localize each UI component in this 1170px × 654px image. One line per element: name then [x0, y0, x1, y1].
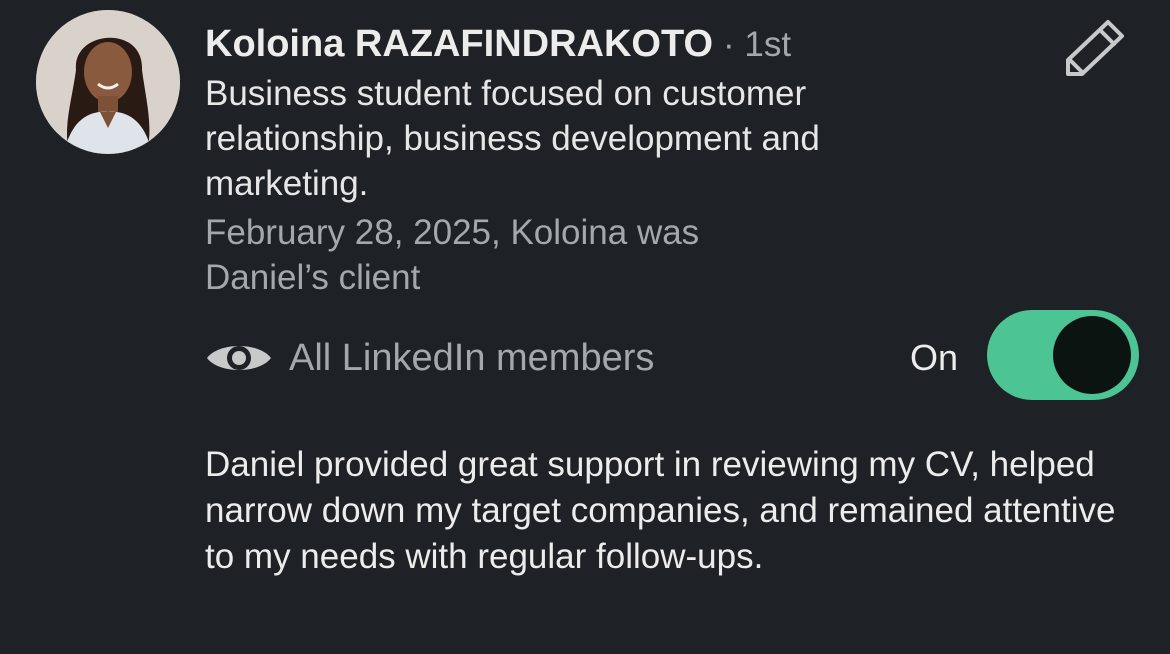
avatar-photo	[36, 10, 180, 154]
toggle-state-label: On	[910, 337, 959, 378]
author-name[interactable]: Koloina RAZAFINDRAKOTO	[205, 20, 713, 68]
connection-degree: · 1st	[723, 25, 792, 64]
toggle-knob	[1053, 316, 1131, 394]
relationship-text: February 28, 2025, Koloina was Daniel’s …	[205, 213, 700, 297]
recommendation-card: Koloina RAZAFINDRAKOTO · 1st Business st…	[0, 0, 1170, 654]
visibility-setting: All LinkedIn members	[205, 328, 654, 388]
edit-button[interactable]	[1062, 16, 1128, 78]
recommendation-text: Daniel provided great support in reviewi…	[205, 445, 1116, 576]
author-name-line: Koloina RAZAFINDRAKOTO · 1st	[205, 20, 965, 69]
visibility-label: All LinkedIn members	[289, 336, 655, 379]
author-headline: Business student focused on customer rel…	[205, 74, 820, 203]
pencil-icon	[1066, 20, 1124, 76]
visibility-toggle[interactable]	[987, 310, 1139, 400]
author-info: Koloina RAZAFINDRAKOTO · 1st Business st…	[205, 20, 965, 300]
avatar[interactable]	[36, 10, 180, 154]
eye-icon	[207, 346, 271, 370]
